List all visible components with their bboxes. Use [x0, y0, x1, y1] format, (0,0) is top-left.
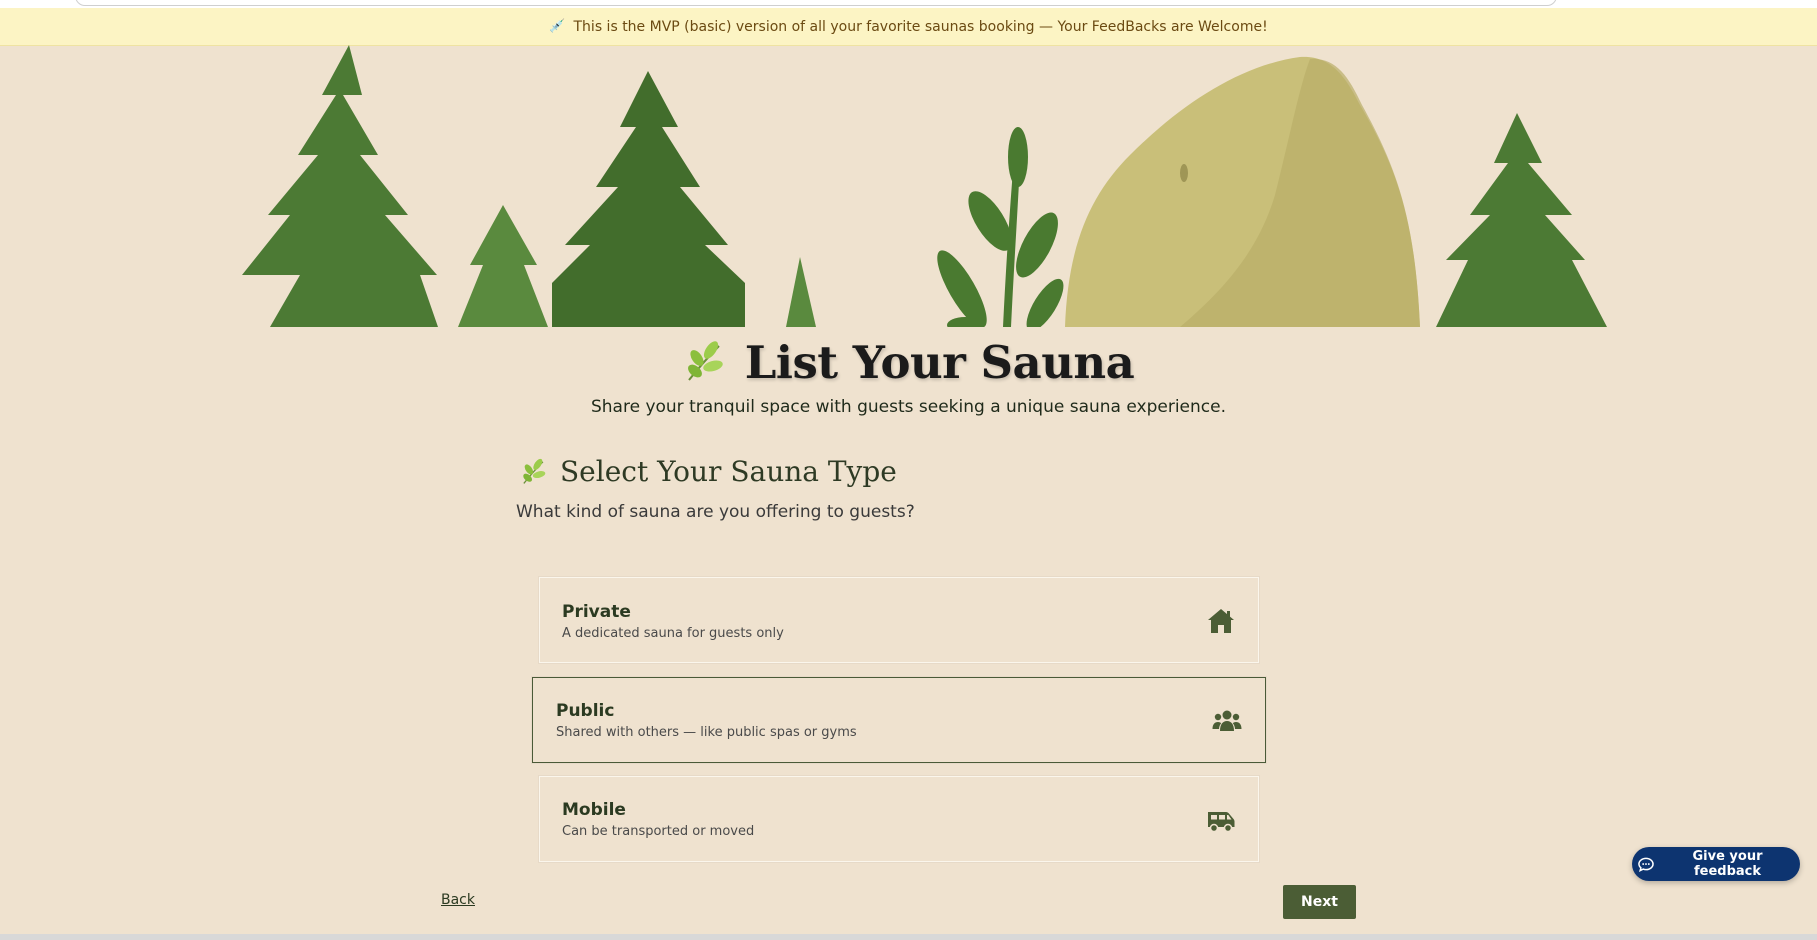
herb-icon — [683, 340, 727, 395]
give-feedback-button[interactable]: Give your feedback — [1632, 847, 1800, 881]
option-description: Can be transported or moved — [562, 824, 755, 839]
page-subtitle: Share your tranquil space with guests se… — [590, 397, 1226, 417]
page-title: List Your Sauna — [0, 336, 1817, 395]
sauna-type-option-private[interactable]: Private A dedicated sauna for guests onl… — [539, 577, 1259, 663]
pine-tree-tip — [786, 257, 816, 327]
address-bar-edge — [75, 0, 1557, 6]
mvp-banner: 💉 This is the MVP (basic) version of all… — [0, 8, 1817, 46]
section-subtitle: What kind of sauna are you offering to g… — [516, 502, 915, 522]
window-bottom-edge — [0, 934, 1817, 940]
next-button[interactable]: Next — [1283, 885, 1356, 919]
van-icon — [1208, 812, 1235, 833]
sauna-type-option-mobile[interactable]: Mobile Can be transported or moved — [539, 776, 1259, 862]
section-title-text: Select Your Sauna Type — [560, 455, 897, 488]
sauna-type-option-public[interactable]: Public Shared with others — like public … — [532, 677, 1266, 763]
rock-illustration — [1065, 56, 1420, 327]
option-title: Mobile — [562, 800, 626, 820]
pine-tree-right — [1436, 113, 1607, 327]
option-title: Public — [556, 701, 615, 721]
browser-top-strip — [0, 0, 1817, 8]
section-title: Select Your Sauna Type — [520, 455, 897, 493]
chat-bubble-icon — [1638, 857, 1654, 872]
mvp-banner-text: This is the MVP (basic) version of all y… — [573, 18, 1268, 35]
give-feedback-label: Give your feedback — [1692, 849, 1763, 879]
nature-scene-illustration — [242, 45, 1607, 327]
people-group-icon — [1212, 710, 1242, 731]
herb-icon — [520, 458, 548, 493]
option-description: Shared with others — like public spas or… — [556, 725, 857, 740]
syringe-icon: 💉 — [549, 19, 566, 34]
pine-tree-large-left — [242, 45, 438, 327]
page-title-text: List Your Sauna — [744, 336, 1135, 389]
leafy-plant — [937, 127, 1064, 327]
option-title: Private — [562, 602, 631, 622]
pine-tree-small — [458, 205, 548, 327]
house-icon — [1208, 609, 1234, 633]
back-link[interactable]: Back — [441, 892, 475, 908]
option-description: A dedicated sauna for guests only — [562, 626, 784, 641]
pine-tree-middle — [552, 71, 745, 327]
